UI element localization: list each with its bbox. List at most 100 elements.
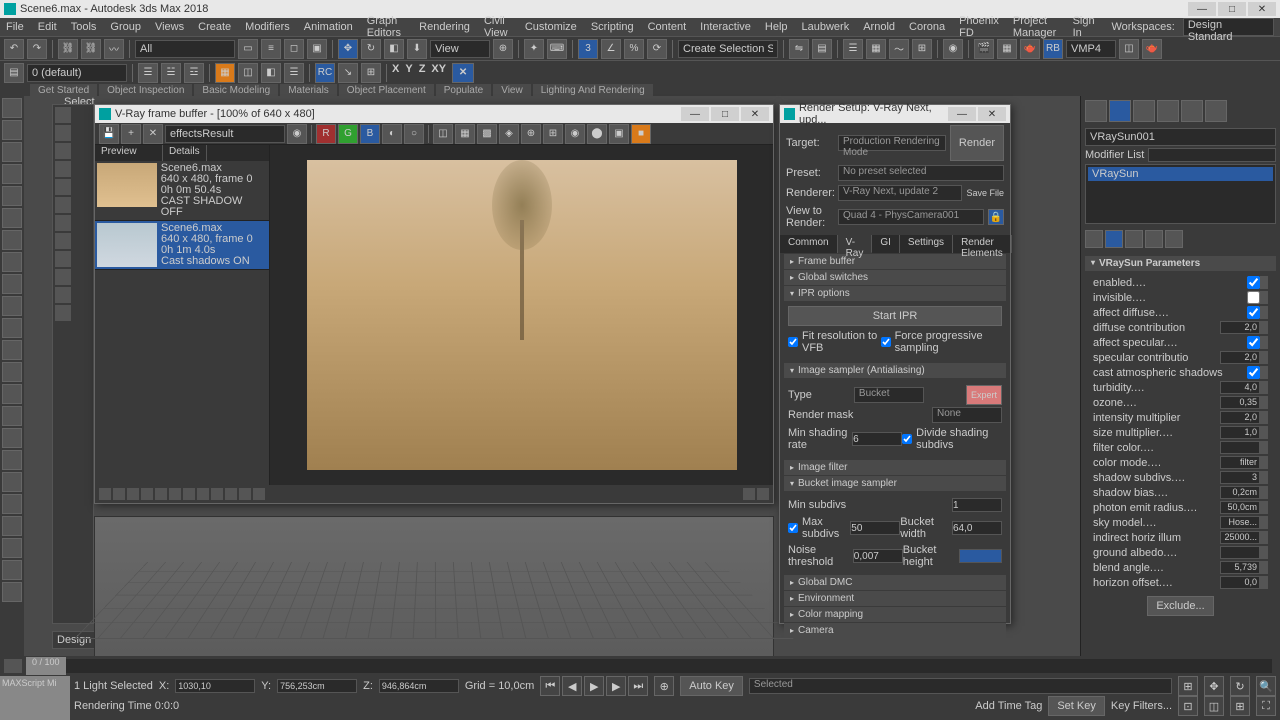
layer-btn[interactable]: ☱ (161, 63, 181, 83)
curve-editor-button[interactable]: 〜 (889, 39, 909, 59)
remove-modifier-icon[interactable] (1145, 230, 1163, 248)
modifier-list-dropdown[interactable] (1148, 148, 1276, 162)
isolate-button[interactable]: ⊕ (654, 676, 674, 696)
left-tool-icon[interactable] (2, 120, 22, 140)
param-spinner[interactable] (1260, 411, 1268, 424)
render-preset-dropdown[interactable] (1066, 40, 1116, 58)
schematic-view-button[interactable]: ⊞ (912, 39, 932, 59)
modify-panel-tab[interactable] (1109, 100, 1131, 122)
tab-vray[interactable]: V-Ray (838, 235, 873, 253)
scene-icon[interactable] (55, 287, 71, 303)
tab-settings[interactable]: Settings (900, 235, 953, 253)
axis-z-button[interactable]: Z (419, 63, 426, 83)
viewport-nav-icon[interactable]: ⊞ (1230, 696, 1250, 716)
layer-btn[interactable]: ◫ (238, 63, 258, 83)
menu-create[interactable]: Create (198, 21, 231, 33)
param-value-input[interactable] (1220, 546, 1260, 559)
spinner-snap-button[interactable]: ⟳ (647, 39, 667, 59)
bucket-height-lock-icon[interactable] (959, 549, 1002, 563)
rollout-global-switches[interactable]: Global switches (784, 270, 1006, 285)
vfb-status-icon[interactable] (183, 488, 195, 500)
select-place-button[interactable]: ⬇ (407, 39, 427, 59)
vfb-render-area[interactable] (270, 145, 773, 485)
selection-filter-dropdown[interactable] (135, 40, 235, 58)
param-value-input[interactable]: 4,0 (1220, 381, 1260, 394)
menu-interactive[interactable]: Interactive (700, 21, 751, 33)
vfb-history-col-details[interactable]: Details (163, 145, 207, 161)
menu-file[interactable]: File (6, 21, 24, 33)
render-setup-button[interactable]: 🎬 (974, 39, 994, 59)
goto-start-button[interactable]: ⏮ (540, 676, 560, 696)
use-pivot-button[interactable]: ⊕ (493, 39, 513, 59)
select-scale-button[interactable]: ◧ (384, 39, 404, 59)
menu-scripting[interactable]: Scripting (591, 21, 634, 33)
menu-help[interactable]: Help (765, 21, 788, 33)
coord-z-input[interactable] (379, 679, 459, 693)
param-checkbox[interactable] (1247, 306, 1260, 319)
fit-resolution-checkbox[interactable] (788, 337, 798, 347)
rect-region-button[interactable]: ◻ (284, 39, 304, 59)
modifier-stack[interactable]: VRaySun (1085, 164, 1276, 224)
param-spinner[interactable] (1260, 576, 1268, 589)
workspace-dropdown[interactable]: Design Standard (1183, 18, 1274, 36)
set-key-button[interactable]: Set Key (1048, 696, 1105, 716)
left-tool-icon[interactable] (2, 406, 22, 426)
angle-snap-button[interactable]: ∠ (601, 39, 621, 59)
vfb-tool-icon[interactable]: ⬤ (587, 124, 607, 144)
utilities-panel-tab[interactable] (1205, 100, 1227, 122)
render-production-button[interactable]: 🫖 (1020, 39, 1040, 59)
param-spinner[interactable] (1260, 306, 1268, 319)
layer-btn[interactable]: ☰ (138, 63, 158, 83)
teapot-icon[interactable]: 🫖 (1142, 39, 1162, 59)
menu-rendering[interactable]: Rendering (419, 21, 470, 33)
menu-arnold[interactable]: Arnold (863, 21, 895, 33)
renderer-dropdown[interactable]: V-Ray Next, update 2 (838, 185, 962, 201)
param-checkbox[interactable] (1247, 336, 1260, 349)
vfb-status-icon[interactable] (169, 488, 181, 500)
rollout-global-dmc[interactable]: Global DMC (784, 575, 1006, 590)
vfb-maximize-button[interactable]: □ (711, 107, 739, 121)
min-subdivs-input[interactable] (952, 498, 1002, 512)
viewport-nav-icon[interactable]: ✥ (1204, 676, 1224, 696)
param-value-input[interactable]: 2,0 (1220, 411, 1260, 424)
param-spinner[interactable] (1260, 531, 1268, 544)
render-button[interactable]: Render (950, 125, 1004, 161)
vfb-history-col-preview[interactable]: Preview (95, 145, 163, 161)
left-tool-icon[interactable] (2, 538, 22, 558)
key-filters-button[interactable]: Key Filters... (1111, 700, 1172, 712)
vfb-alpha-icon[interactable]: ◐ (382, 124, 402, 144)
menu-tools[interactable]: Tools (71, 21, 97, 33)
rc-button[interactable]: RC (315, 63, 335, 83)
left-tool-icon[interactable] (2, 208, 22, 228)
named-selection-dropdown[interactable] (678, 40, 778, 58)
preset-dropdown[interactable]: No preset selected (838, 165, 1004, 181)
close-button[interactable]: ✕ (1248, 2, 1276, 16)
rollout-image-sampler[interactable]: Image sampler (Antialiasing) (784, 363, 1006, 378)
left-tool-icon[interactable] (2, 450, 22, 470)
coord-x-input[interactable] (175, 679, 255, 693)
vfb-minimize-button[interactable]: — (681, 107, 709, 121)
vfb-status-icon[interactable] (225, 488, 237, 500)
vfb-tool-icon[interactable]: ▣ (609, 124, 629, 144)
left-tool-icon[interactable] (2, 428, 22, 448)
ref-coord-dropdown[interactable] (430, 40, 490, 58)
viewport-nav-icon[interactable]: 🔍 (1256, 676, 1276, 696)
start-ipr-button[interactable]: Start IPR (788, 306, 1002, 326)
vfb-save-icon[interactable]: 💾 (99, 124, 119, 144)
menu-corona[interactable]: Corona (909, 21, 945, 33)
left-tool-icon[interactable] (2, 296, 22, 316)
tab-render-elements[interactable]: Render Elements (953, 235, 1012, 253)
view-dropdown[interactable]: Quad 4 - PhysCamera001 (838, 209, 984, 225)
rollout-environment[interactable]: Environment (784, 591, 1006, 606)
param-value-input[interactable]: 2,0 (1220, 351, 1260, 364)
scene-icon[interactable] (55, 197, 71, 213)
param-spinner[interactable] (1260, 441, 1268, 454)
min-shading-input[interactable] (852, 432, 902, 446)
vfb-tool-icon[interactable]: ◈ (499, 124, 519, 144)
vfb-status-icon[interactable] (155, 488, 167, 500)
left-tool-icon[interactable] (2, 340, 22, 360)
configure-sets-icon[interactable] (1165, 230, 1183, 248)
param-value-input[interactable]: 25000... (1220, 531, 1260, 544)
key-mode-dropdown[interactable]: Selected (749, 678, 1172, 694)
target-dropdown[interactable]: Production Rendering Mode (838, 135, 946, 151)
